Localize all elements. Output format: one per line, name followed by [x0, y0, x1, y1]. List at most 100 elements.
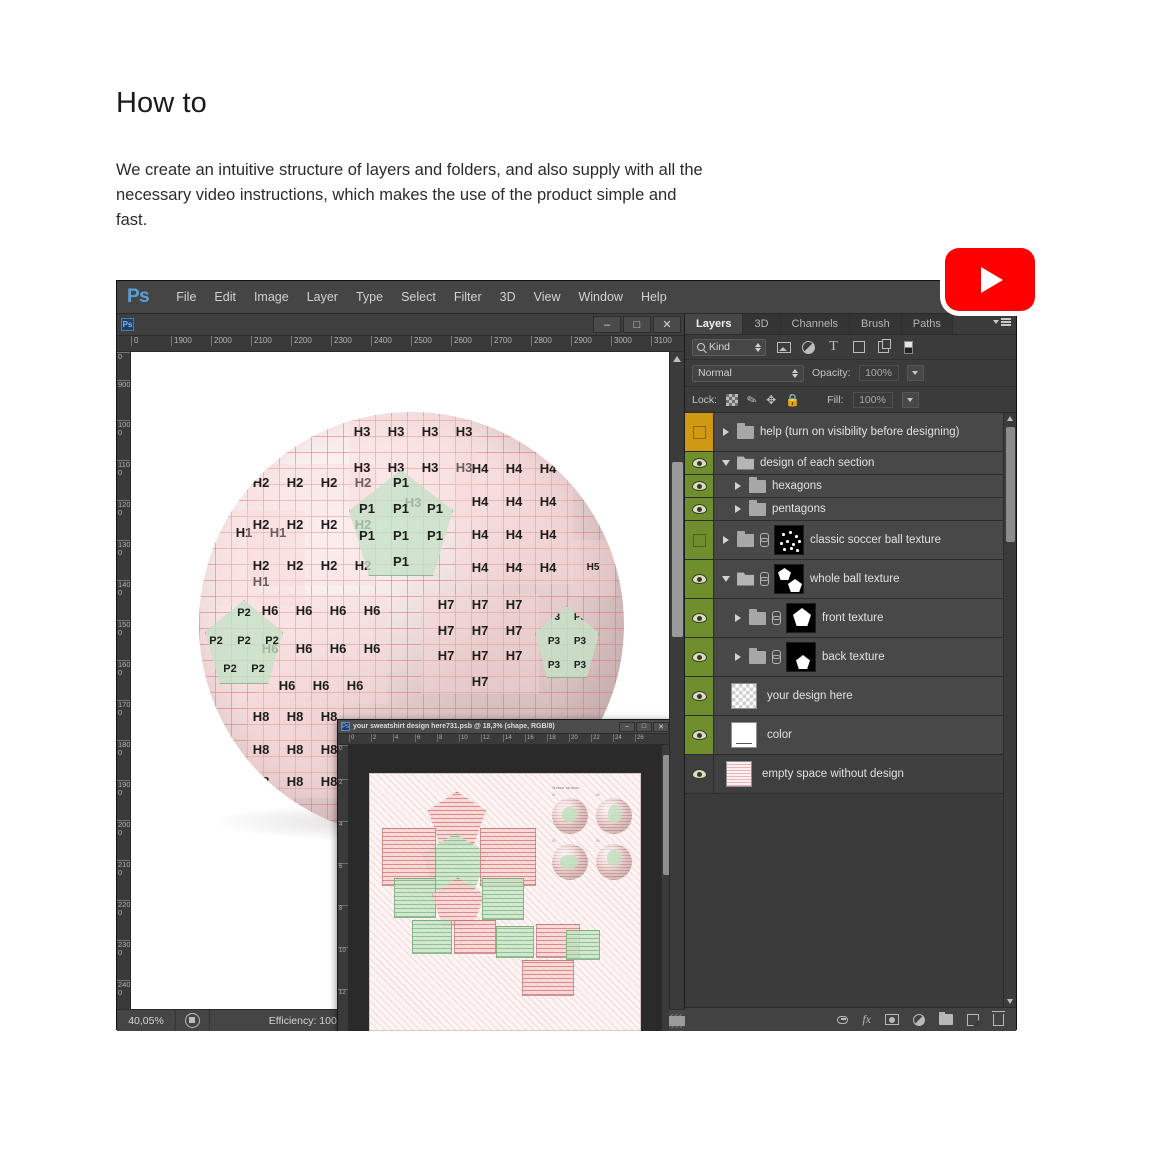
menu-item-filter[interactable]: Filter	[445, 287, 491, 307]
mask-link-icon[interactable]	[760, 533, 769, 547]
tab-3d[interactable]: 3D	[743, 314, 781, 334]
layer-visibility-toggle[interactable]	[685, 413, 714, 451]
menu-item-3d[interactable]: 3D	[491, 287, 525, 307]
layer-visibility-toggle[interactable]	[685, 452, 714, 474]
new-group-icon[interactable]	[939, 1011, 953, 1028]
layer-visibility-toggle[interactable]	[685, 755, 714, 793]
inner-horizontal-ruler[interactable]: 0 2 4 6 8 10 12 14 16 18 20 22 24 26	[338, 734, 669, 745]
layer-visibility-toggle[interactable]	[685, 521, 714, 559]
scrollbar-thumb[interactable]	[1006, 427, 1015, 542]
new-layer-icon[interactable]	[967, 1012, 979, 1028]
disclosure-triangle-icon[interactable]	[720, 536, 731, 544]
layer-thumbnail[interactable]	[731, 683, 757, 709]
inner-document-window[interactable]: Ps your sweatshirt design here731.psb @ …	[337, 719, 669, 1031]
inner-minimize-button[interactable]: –	[619, 721, 635, 732]
layer-thumbnail[interactable]	[731, 722, 757, 748]
table-row[interactable]: help (turn on visibility before designin…	[685, 413, 1016, 452]
menu-item-window[interactable]: Window	[569, 287, 631, 307]
youtube-play-badge[interactable]	[945, 248, 1035, 311]
layer-row-body[interactable]: design of each section	[714, 452, 1016, 474]
minimize-button[interactable]: –	[593, 316, 621, 333]
layer-row-body[interactable]: your design here	[714, 677, 1016, 715]
layer-row-body[interactable]: whole ball texture	[714, 560, 1016, 598]
table-row[interactable]: front texture	[685, 599, 1016, 638]
layer-row-body[interactable]: empty space without design	[714, 755, 1016, 793]
toggle-filter-icon[interactable]	[901, 340, 916, 355]
layer-visibility-toggle[interactable]	[685, 475, 714, 497]
lock-all-icon[interactable]: 🔒	[785, 393, 800, 407]
tab-layers[interactable]: Layers	[685, 314, 744, 334]
link-layers-icon[interactable]	[837, 1012, 849, 1028]
table-row[interactable]: color	[685, 716, 1016, 755]
canvas-vertical-scrollbar[interactable]	[669, 352, 684, 1031]
layer-row-body[interactable]: hexagons	[714, 475, 1016, 497]
layer-row-body[interactable]: classic soccer ball texture	[714, 521, 1016, 559]
layer-mask-thumbnail[interactable]	[786, 642, 816, 672]
add-layer-mask-icon[interactable]	[885, 1012, 899, 1028]
canvas[interactable]: H1 H1 H1 H2 H2 H2 H2 H2 H2 H2 H2 H2 H2 H…	[131, 352, 669, 1031]
layer-mask-thumbnail[interactable]	[774, 564, 804, 594]
fill-value[interactable]: 100%	[852, 391, 893, 408]
scrollbar-thumb[interactable]	[663, 755, 669, 875]
tab-brush[interactable]: Brush	[850, 314, 902, 334]
layer-visibility-toggle[interactable]	[685, 560, 714, 598]
opacity-value[interactable]: 100%	[858, 365, 899, 381]
layer-row-body[interactable]: back texture	[714, 638, 1016, 676]
inner-vertical-scrollbar[interactable]	[661, 745, 669, 1031]
delete-layer-icon[interactable]	[992, 1010, 1005, 1028]
inner-maximize-button[interactable]: □	[636, 721, 652, 732]
menu-item-type[interactable]: Type	[347, 287, 392, 307]
inner-vertical-ruler[interactable]: 0 2 4 6 8 10 12 14	[338, 745, 349, 1031]
layer-visibility-toggle[interactable]	[685, 498, 714, 520]
layer-list[interactable]: help (turn on visibility before designin…	[685, 413, 1016, 1007]
horizontal-ruler[interactable]: 0 1900 2000 2100 2200 2300 2400 2500 260…	[117, 336, 684, 352]
disclosure-triangle-icon[interactable]	[732, 505, 743, 513]
layer-list-scrollbar[interactable]	[1003, 413, 1016, 1007]
table-row[interactable]: pentagons	[685, 498, 1016, 521]
new-adjustment-layer-icon[interactable]	[913, 1012, 925, 1028]
table-row[interactable]: back texture	[685, 638, 1016, 677]
scroll-up-icon[interactable]	[1007, 416, 1013, 421]
lock-transparency-icon[interactable]	[726, 393, 739, 406]
menu-item-select[interactable]: Select	[392, 287, 445, 307]
layer-thumbnail[interactable]	[726, 761, 752, 787]
layer-visibility-toggle[interactable]	[685, 638, 714, 676]
menu-item-image[interactable]: Image	[245, 287, 298, 307]
layer-visibility-toggle[interactable]	[685, 716, 714, 754]
menu-item-layer[interactable]: Layer	[298, 287, 347, 307]
pixel-layer-filter-icon[interactable]	[776, 340, 791, 355]
layer-row-body[interactable]: front texture	[714, 599, 1016, 637]
mask-link-icon[interactable]	[772, 611, 781, 625]
scroll-down-icon[interactable]	[1007, 999, 1013, 1004]
table-row[interactable]: design of each section	[685, 452, 1016, 475]
tab-paths[interactable]: Paths	[901, 314, 953, 334]
close-button[interactable]: ✕	[653, 316, 681, 333]
mask-link-icon[interactable]	[760, 572, 769, 586]
table-row[interactable]: empty space without design	[685, 755, 1016, 794]
inner-canvas[interactable]: Texture variants 01 02 03 04	[349, 745, 661, 1031]
panel-menu-icon[interactable]	[993, 318, 1011, 326]
lock-position-icon[interactable]: ✥	[766, 393, 776, 407]
maximize-button[interactable]: □	[623, 316, 651, 333]
layer-row-body[interactable]: color	[714, 716, 1016, 754]
adjustment-layer-filter-icon[interactable]	[801, 340, 816, 355]
fill-dropdown-icon[interactable]	[901, 391, 919, 408]
menu-item-help[interactable]: Help	[632, 287, 676, 307]
disclosure-triangle-icon[interactable]	[732, 482, 743, 490]
table-row[interactable]: classic soccer ball texture	[685, 521, 1016, 560]
table-row[interactable]: your design here	[685, 677, 1016, 716]
tab-channels[interactable]: Channels	[780, 314, 851, 334]
shape-layer-filter-icon[interactable]	[851, 340, 866, 355]
menu-item-view[interactable]: View	[525, 287, 570, 307]
menu-item-file[interactable]: File	[167, 287, 205, 307]
disclosure-triangle-icon[interactable]	[732, 653, 743, 661]
inner-close-button[interactable]: ✕	[653, 721, 669, 732]
layer-row-body[interactable]: pentagons	[714, 498, 1016, 520]
inner-title-bar[interactable]: Ps your sweatshirt design here731.psb @ …	[338, 720, 669, 734]
lock-image-icon[interactable]: ✎	[745, 391, 759, 408]
scrollbar-thumb[interactable]	[672, 462, 683, 637]
table-row[interactable]: hexagons	[685, 475, 1016, 498]
blend-mode-select[interactable]: Normal	[692, 364, 804, 382]
zoom-level[interactable]: 40,05%	[117, 1015, 175, 1027]
mask-link-icon[interactable]	[772, 650, 781, 664]
